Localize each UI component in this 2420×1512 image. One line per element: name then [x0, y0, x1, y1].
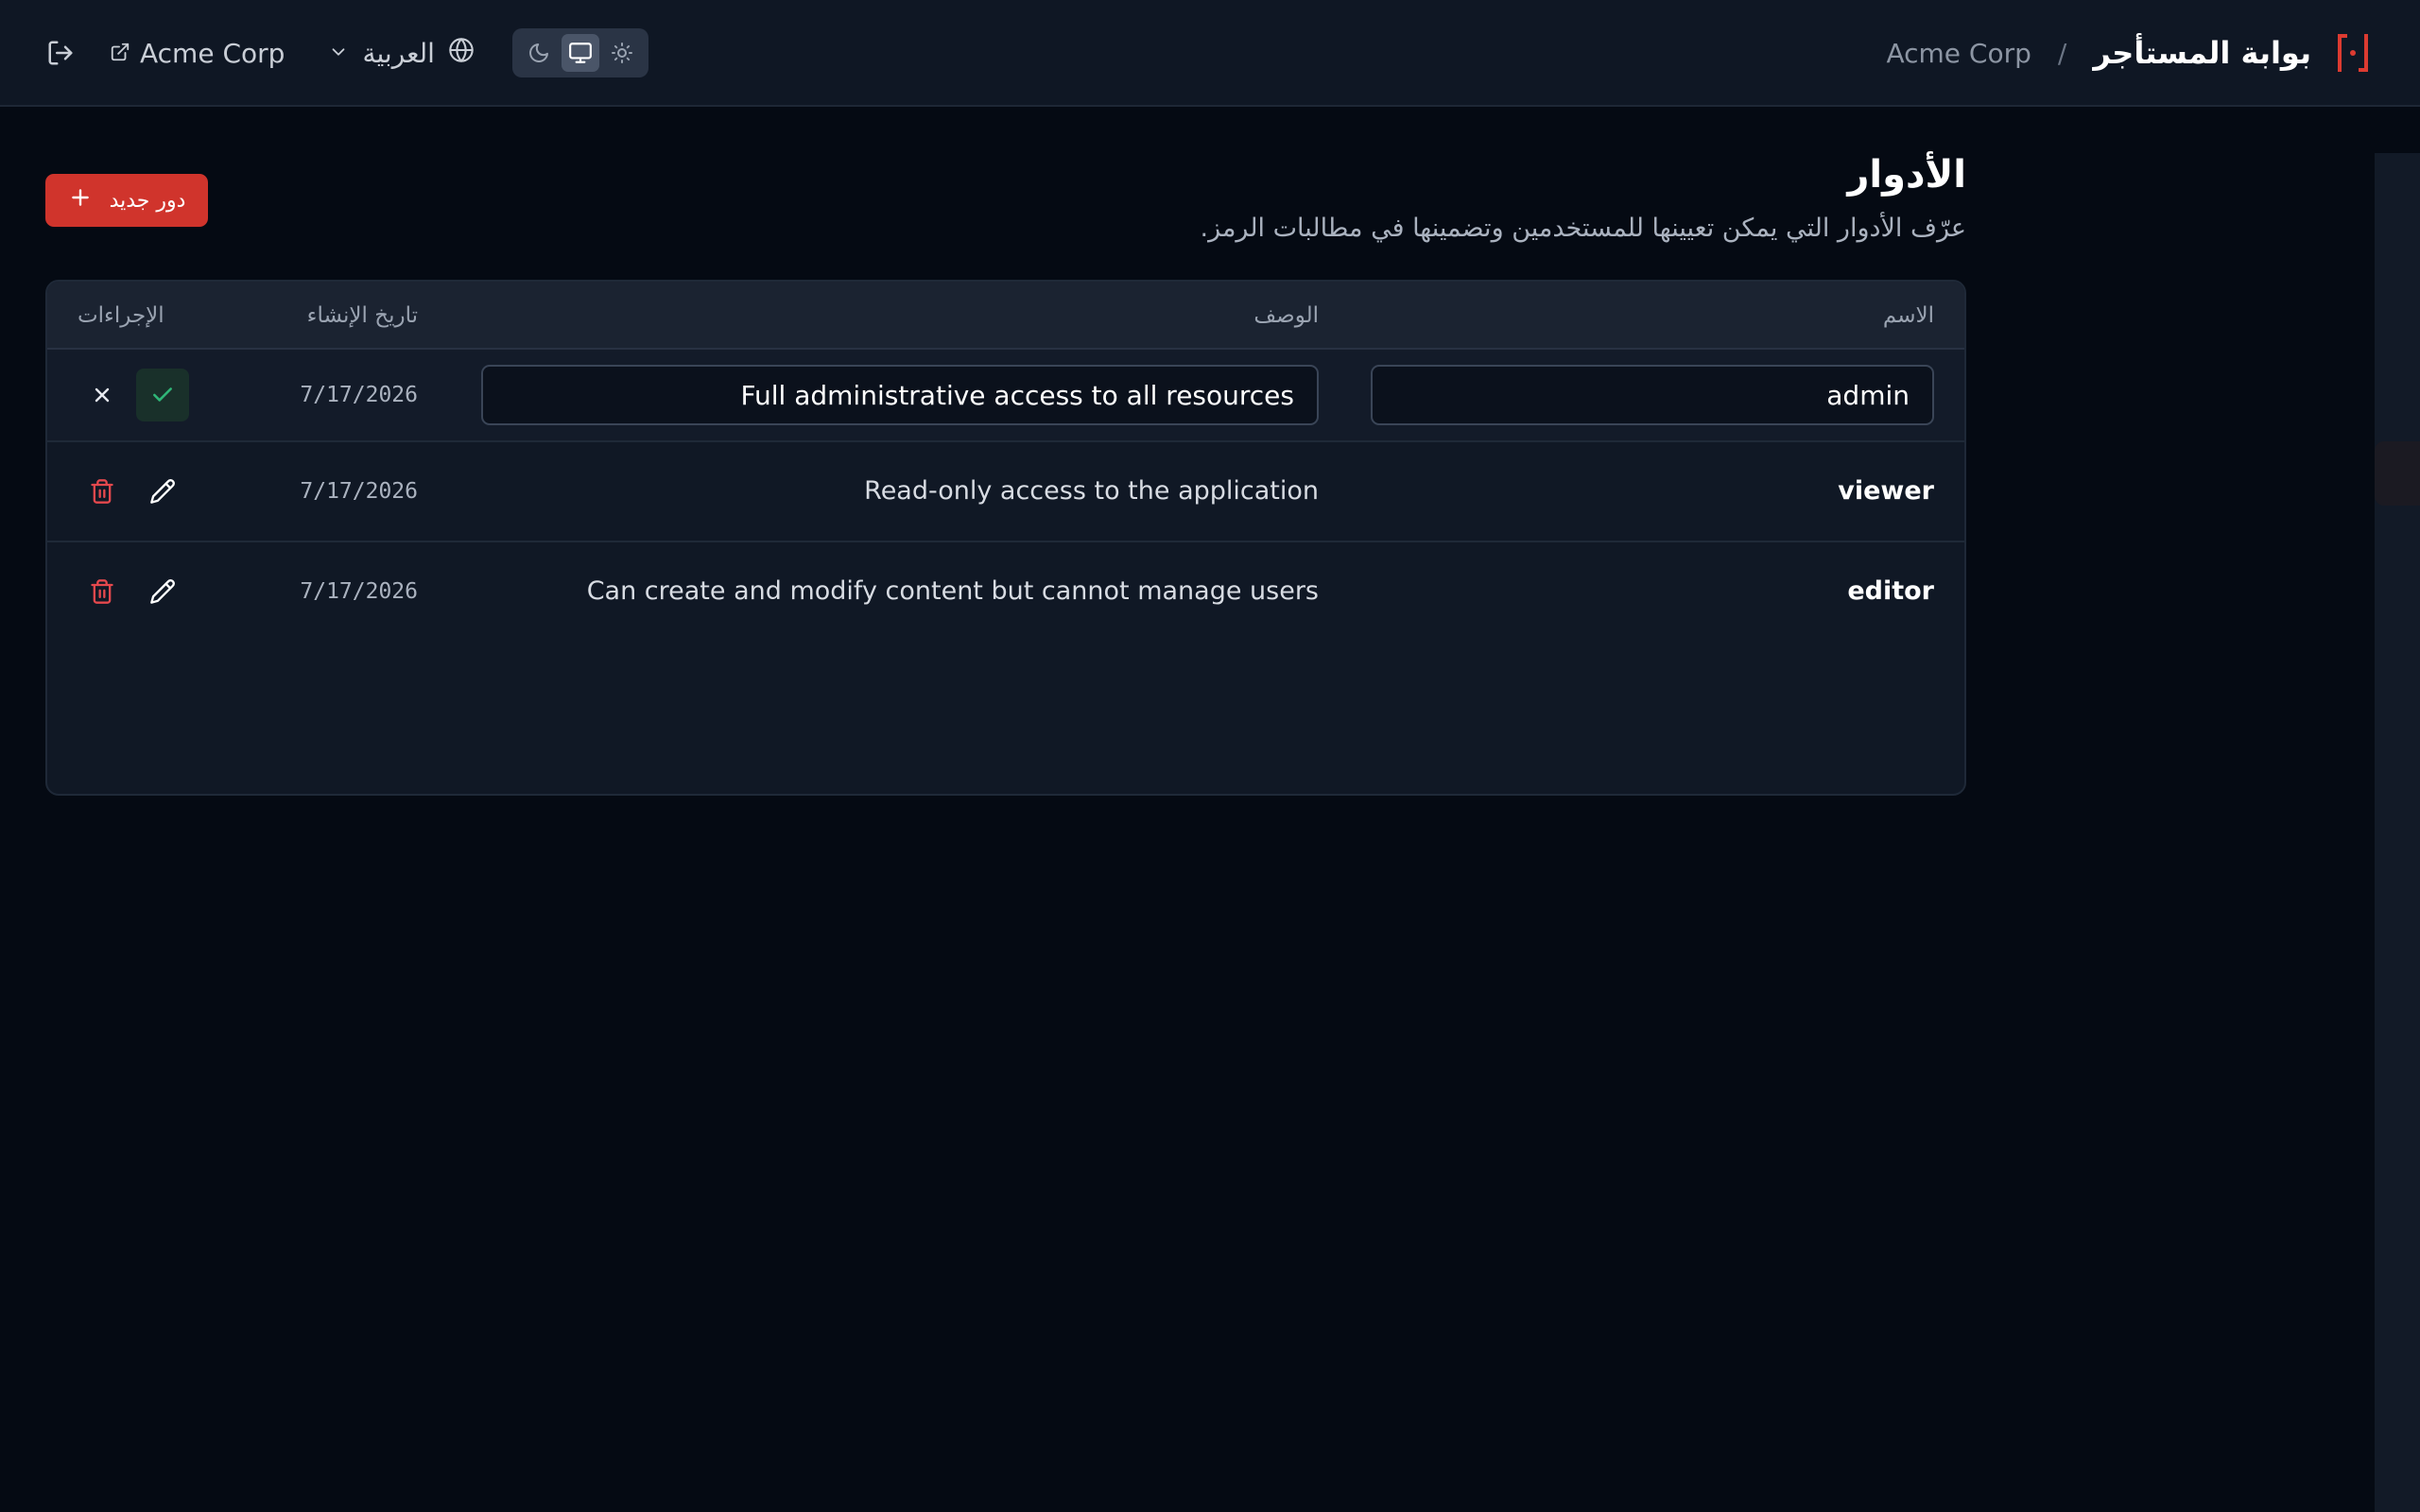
- chevron-down-icon: [328, 38, 349, 69]
- roles-table: الاسم الوصف تاريخ الإنشاء الإجراءات 7/17…: [45, 280, 1966, 796]
- created-date: 7/17/2026: [300, 479, 418, 504]
- breadcrumb-tenant[interactable]: Acme Corp: [1886, 38, 2031, 69]
- delete-button[interactable]: [76, 465, 129, 518]
- column-header-actions: الإجراءات: [78, 303, 164, 328]
- role-description: Can create and modify content but cannot…: [586, 576, 1319, 606]
- table-row: editor Can create and modify content but…: [47, 542, 1964, 643]
- table-header: الاسم الوصف تاريخ الإنشاء الإجراءات: [47, 282, 1964, 350]
- page-title: الأدوار: [1847, 153, 1966, 197]
- role-description-input[interactable]: [481, 365, 1319, 425]
- edit-button[interactable]: [136, 565, 189, 618]
- pencil-icon: [150, 479, 175, 504]
- column-header-description[interactable]: الوصف: [1253, 282, 1319, 350]
- tenant-external-link[interactable]: Acme Corp: [110, 38, 285, 69]
- new-role-label: دور جديد: [109, 188, 186, 213]
- globe-icon: [448, 37, 475, 70]
- save-button[interactable]: [136, 369, 189, 421]
- delete-button[interactable]: [76, 565, 129, 618]
- table-row-editing: 7/17/2026: [47, 350, 1964, 442]
- new-role-button[interactable]: دور جديد: [45, 174, 208, 227]
- created-date: 7/17/2026: [300, 383, 418, 407]
- app-title: بوابة المستأجر: [2093, 35, 2311, 71]
- check-icon: [153, 387, 172, 402]
- monitor-icon: [569, 43, 592, 63]
- table-row: viewer Read-only access to the applicati…: [47, 442, 1964, 542]
- sun-icon: [611, 43, 632, 63]
- gutter-marker: [2375, 441, 2420, 506]
- role-name: editor: [1847, 576, 1934, 606]
- top-bar: بوابة المستأجر / Acme Corp Acme Corp الع…: [0, 0, 2420, 107]
- plus-icon: [68, 185, 93, 215]
- role-description: Read-only access to the application: [864, 476, 1319, 506]
- created-date: 7/17/2026: [300, 579, 418, 604]
- tenant-link-label: Acme Corp: [140, 37, 285, 69]
- external-link-icon: [110, 38, 130, 69]
- language-select[interactable]: العربية: [328, 37, 475, 70]
- brand: بوابة المستأجر / Acme Corp: [1886, 0, 2368, 106]
- language-label: العربية: [362, 37, 435, 69]
- header-actions: Acme Corp العربية: [45, 0, 648, 106]
- theme-system-button[interactable]: [561, 34, 599, 72]
- column-header-created[interactable]: تاريخ الإنشاء: [307, 282, 418, 350]
- trash-icon: [91, 579, 113, 604]
- breadcrumb-separator: /: [2057, 37, 2067, 69]
- theme-dark-button[interactable]: [520, 34, 558, 72]
- role-name-input[interactable]: [1371, 365, 1934, 425]
- side-gutter: [2375, 153, 2420, 1512]
- cancel-button[interactable]: [76, 369, 129, 421]
- moon-icon: [529, 43, 548, 62]
- theme-light-button[interactable]: [603, 34, 641, 72]
- tenant-logo-icon: [2338, 34, 2368, 72]
- logout-icon[interactable]: [45, 38, 76, 68]
- theme-toggle: [511, 28, 648, 77]
- trash-icon: [91, 479, 113, 504]
- column-header-name[interactable]: الاسم: [1883, 282, 1934, 350]
- close-icon: [95, 387, 110, 403]
- edit-button[interactable]: [136, 465, 189, 518]
- page-subtitle: عرّف الأدوار التي يمكن تعيينها للمستخدمي…: [1200, 214, 1966, 243]
- role-name: viewer: [1838, 476, 1934, 506]
- pencil-icon: [150, 579, 175, 604]
